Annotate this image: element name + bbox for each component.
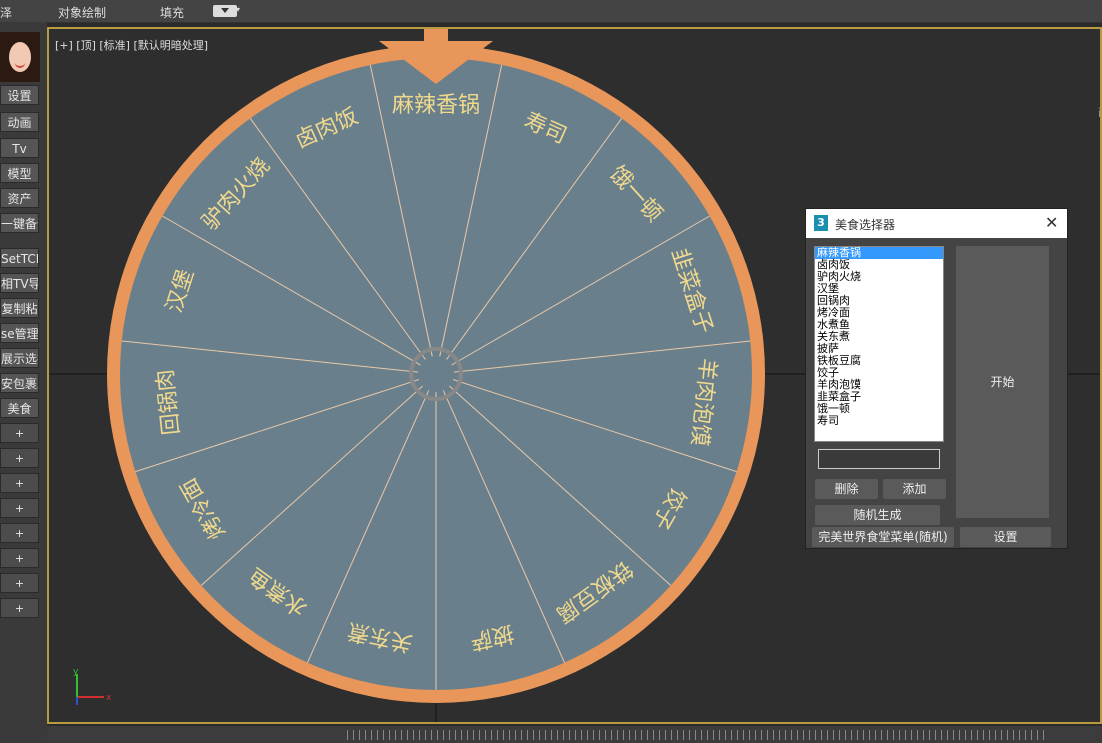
settings-button[interactable]: 设置 bbox=[960, 527, 1051, 547]
sidebar-button[interactable]: + bbox=[0, 498, 39, 518]
timeline-ruler[interactable] bbox=[347, 730, 1047, 740]
timeline-bar[interactable] bbox=[47, 726, 1102, 743]
sidebar-button[interactable]: + bbox=[0, 448, 39, 468]
compass-west-label: 西 bbox=[1098, 104, 1100, 119]
delete-button[interactable]: 删除 bbox=[815, 479, 878, 499]
axis-x-label: x bbox=[106, 693, 112, 703]
food-listbox[interactable]: 麻辣香锅 卤肉饭 驴肉火烧 汉堡 回锅肉 烤冷面 水煮鱼 关东煮 披萨 铁板豆腐 饺子 羊肉泡馍 韭菜盒… bbox=[814, 246, 944, 442]
sidebar-button[interactable]: + bbox=[0, 523, 39, 543]
close-icon[interactable]: ✕ bbox=[1045, 213, 1058, 232]
chevron-down-icon[interactable]: ▾ bbox=[236, 5, 240, 14]
sidebar-button[interactable]: + bbox=[0, 548, 39, 568]
wheel-hub bbox=[418, 356, 454, 392]
sidebar-button[interactable]: 资产 bbox=[0, 188, 39, 208]
sidebar-button[interactable]: 美食 bbox=[0, 398, 39, 418]
axis-y-label: y bbox=[73, 667, 79, 677]
food-name-input[interactable] bbox=[818, 449, 940, 469]
sidebar-button[interactable]: 相TV导出 bbox=[0, 273, 39, 293]
sidebar-button[interactable]: + bbox=[0, 573, 39, 593]
menu-item-cut[interactable]: 泽 bbox=[0, 4, 12, 21]
list-item[interactable]: 寿司 bbox=[815, 415, 943, 427]
fill-dropdown-button[interactable] bbox=[213, 5, 237, 17]
random-generate-button[interactable]: 随机生成 bbox=[815, 505, 940, 525]
dialog-titlebar[interactable]: 3 美食选择器 ✕ bbox=[806, 209, 1067, 238]
avatar bbox=[0, 32, 40, 82]
sidebar-button[interactable]: Tv bbox=[0, 138, 39, 158]
sidebar-button[interactable]: + bbox=[0, 423, 39, 443]
food-picker-dialog: 3 美食选择器 ✕ 麻辣香锅 卤肉饭 驴肉火烧 汉堡 回锅肉 烤冷面 水煮鱼 关东煮 披萨 铁板豆… bbox=[805, 208, 1068, 549]
sidebar-button[interactable]: 安包裹工 bbox=[0, 373, 39, 393]
sidebar-button[interactable]: 一键备份 bbox=[0, 213, 39, 233]
sidebar-button[interactable]: 模型 bbox=[0, 163, 39, 183]
sidebar-button[interactable]: 动画 bbox=[0, 112, 39, 132]
sidebar-button[interactable]: se管理器 bbox=[0, 323, 39, 343]
add-button[interactable]: 添加 bbox=[883, 479, 946, 499]
menu-item-object-paint[interactable]: 对象绘制 bbox=[58, 4, 106, 21]
sidebar-button[interactable]: SetTCB bbox=[0, 248, 39, 268]
app-logo-icon: 3 bbox=[814, 215, 828, 231]
top-menu-bar: 泽 对象绘制 填充 ▾ bbox=[0, 0, 1102, 23]
cafeteria-menu-button[interactable]: 完美世界食堂菜单(随机) bbox=[812, 527, 954, 547]
bottom-left-panel bbox=[0, 726, 47, 743]
sidebar-button[interactable]: + bbox=[0, 598, 39, 618]
menu-item-fill[interactable]: 填充 bbox=[160, 4, 184, 21]
start-button[interactable]: 开始 bbox=[956, 246, 1049, 518]
sidebar-button[interactable]: 设置 bbox=[0, 85, 39, 105]
sidebar-button[interactable]: 展示选择 bbox=[0, 348, 39, 368]
dialog-title: 美食选择器 bbox=[835, 218, 896, 232]
sidebar-button[interactable]: + bbox=[0, 473, 39, 493]
sidebar-button[interactable]: 复制粘 bbox=[0, 298, 39, 318]
wheel-segment-label: 麻辣香锅 bbox=[392, 93, 480, 118]
